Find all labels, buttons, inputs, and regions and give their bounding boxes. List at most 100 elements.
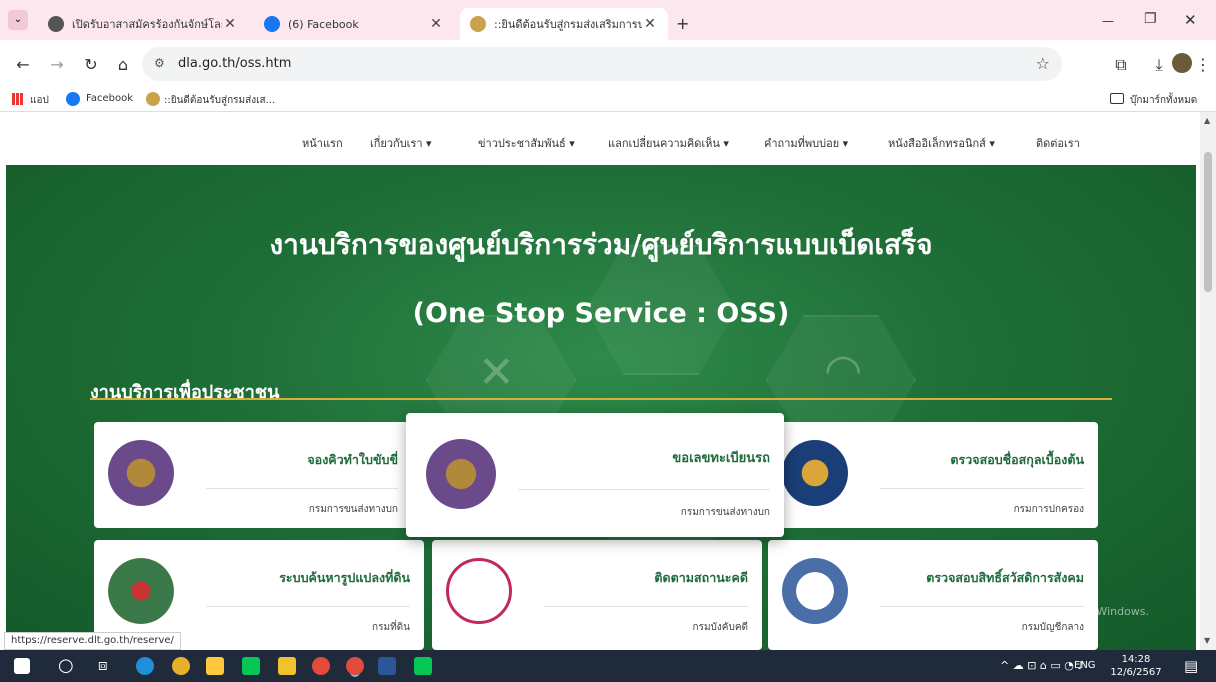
facebook-icon (264, 16, 280, 32)
headset-icon: ◠ (824, 345, 863, 396)
menu-about[interactable]: เกี่ยวกับเรา ▾ (370, 134, 432, 152)
minimize-icon[interactable]: — (1102, 14, 1114, 28)
menu-ebooks[interactable]: หนังสืออิเล็กทรอนิกส์ ▾ (888, 134, 995, 152)
forward-icon[interactable]: → (46, 54, 68, 76)
card-title: ตรวจสอบชื่อสกุลเบื้องต้น (950, 452, 1084, 467)
task-view-icon[interactable]: ⧈ (98, 656, 108, 674)
card-org: กรมบัญชีกลาง (1021, 622, 1084, 633)
address-bar[interactable]: ⚙ dla.go.th/oss.htm ☆ (142, 47, 1062, 81)
card-org: กรมการขนส่งทางบก (680, 507, 770, 518)
site-nav-menu: หน้าแรก เกี่ยวกับเรา ▾ ข่าวประชาสัมพันธ์… (0, 134, 1200, 154)
taskbar-clock[interactable]: 14:28 12/6/2567 (1106, 653, 1166, 679)
dlt-seal-logo (108, 440, 174, 506)
tab-search-button[interactable]: ⌄ (8, 10, 28, 30)
search-icon[interactable]: ○ (58, 655, 74, 676)
word-icon[interactable] (378, 657, 396, 675)
windows-activation-title: Activate Windows (952, 580, 1086, 598)
menu-home[interactable]: หน้าแรก (302, 134, 343, 152)
service-card-case-status[interactable]: ติดตามสถานะคดี กรมบังคับคดี (432, 540, 762, 650)
home-icon[interactable]: ⌂ (112, 54, 134, 76)
menu-exchange[interactable]: แลกเปลี่ยนความคิดเห็น ▾ (608, 134, 729, 152)
globe-icon (48, 16, 64, 32)
page-scrollbar[interactable]: ▲ ▼ (1200, 112, 1216, 650)
scroll-up-icon[interactable]: ▲ (1204, 116, 1210, 125)
chrome-icon[interactable] (172, 657, 190, 675)
restore-icon[interactable]: ❐ (1144, 11, 1157, 27)
line-icon[interactable] (242, 657, 260, 675)
tab-title: เปิดรับอาสาสมัครร้องกันจักษ์โลก(อด (72, 18, 222, 31)
extensions-icon[interactable]: ⧉ (1110, 54, 1132, 76)
bookmark-dla[interactable]: ::ยินดีต้อนรับสู่กรมส่งเส... (164, 93, 275, 108)
address-url: dla.go.th/oss.htm (178, 56, 292, 71)
browser-toolbar: ← → ↻ ⌂ ⚙ dla.go.th/oss.htm ☆ ⧉ ⤓ ⋮ (0, 40, 1216, 88)
scroll-down-icon[interactable]: ▼ (1204, 636, 1210, 645)
dla-logo-icon (146, 92, 160, 106)
card-title: ติดตามสถานะคดี (654, 570, 748, 585)
site-info-icon[interactable]: ⚙ (154, 56, 165, 70)
page-title: งานบริการของศูนย์บริการร่วม/ศูนย์บริการแ… (269, 228, 933, 261)
windows-activation-hint: Go to Settings to activate Windows. (952, 605, 1150, 618)
folder-icon (1110, 93, 1124, 104)
windows-start-icon[interactable] (14, 658, 30, 674)
bookmarks-bar: แอป Facebook ::ยินดีต้อนรับสู่กรมส่งเส..… (0, 88, 1216, 112)
language-indicator[interactable]: ENG (1074, 660, 1096, 671)
service-card-register-plate[interactable]: ตรวจสอบชื่อสกุลเบื้องต้น กรมการปกครอง (768, 422, 1098, 528)
close-tab-icon[interactable]: ✕ (222, 16, 238, 32)
edge-icon[interactable] (136, 657, 154, 675)
menu-kebab-icon[interactable]: ⋮ (1192, 54, 1214, 76)
card-org: กรมการขนส่งทางบก (308, 504, 398, 515)
menu-contact[interactable]: ติดต่อเรา (1036, 134, 1080, 152)
download-icon[interactable]: ⤓ (1148, 54, 1170, 76)
land-dept-seal-logo (108, 558, 174, 624)
bookmark-apps[interactable]: แอป (30, 93, 49, 108)
card-title: จองคิวทำใบขับขี่ (307, 452, 398, 467)
close-tab-icon[interactable]: ✕ (642, 16, 658, 32)
new-tab-icon[interactable]: + (676, 14, 689, 33)
service-card-vehicle-number[interactable]: ขอเลขทะเบียนรถ กรมการขนส่งทางบก (406, 413, 784, 537)
tab-volunteer[interactable]: เปิดรับอาสาสมัครร้องกันจักษ์โลก(อด ✕ (38, 8, 248, 40)
menu-news[interactable]: ข่าวประชาสัมพันธ์ ▾ (478, 134, 575, 152)
chrome-icon[interactable] (312, 657, 330, 675)
card-title: ขอเลขทะเบียนรถ (672, 451, 770, 466)
notification-icon[interactable]: ▤ (1184, 657, 1198, 675)
scrollbar-thumb[interactable] (1204, 152, 1212, 292)
bookmark-star-icon[interactable]: ☆ (1036, 54, 1050, 73)
close-tab-icon[interactable]: ✕ (428, 16, 444, 32)
bookmark-all[interactable]: บุ๊กมาร์กทั้งหมด (1130, 93, 1197, 108)
legal-execution-seal-logo (446, 558, 512, 624)
back-icon[interactable]: ← (12, 54, 34, 76)
dopa-seal-logo (782, 440, 848, 506)
card-divider (880, 488, 1084, 489)
card-divider (206, 488, 398, 489)
card-divider (544, 606, 748, 607)
web-page: หน้าแรก เกี่ยวกับเรา ▾ ข่าวประชาสัมพันธ์… (0, 112, 1200, 650)
service-card-driving-license[interactable]: จองคิวทำใบขับขี่ กรมการขนส่งทางบก (94, 422, 412, 528)
facebook-icon (66, 92, 80, 106)
line-icon[interactable] (414, 657, 432, 675)
clock-time: 14:28 (1121, 654, 1151, 665)
apps-grid-icon[interactable] (12, 93, 24, 105)
reload-icon[interactable]: ↻ (80, 54, 102, 76)
profile-avatar[interactable] (1172, 53, 1192, 73)
file-explorer-icon[interactable] (278, 657, 296, 675)
store-icon[interactable] (206, 657, 224, 675)
card-title: ระบบค้นหารูปแปลงที่ดิน (279, 570, 410, 585)
close-window-icon[interactable]: ✕ (1184, 11, 1197, 29)
tab-facebook[interactable]: (6) Facebook ✕ (254, 8, 454, 40)
tab-title: (6) Facebook (288, 17, 359, 31)
page-subtitle: (One Stop Service : OSS) (412, 298, 790, 329)
browser-tab-strip: ⌄ เปิดรับอาสาสมัครร้องกันจักษ์โลก(อด ✕ (… (0, 0, 1216, 40)
clock-date: 12/6/2567 (1110, 667, 1162, 678)
chrome-active-icon[interactable] (346, 657, 364, 675)
card-org: กรมที่ดิน (372, 622, 410, 633)
card-org: กรมการปกครอง (1013, 504, 1084, 515)
card-divider (206, 606, 410, 607)
section-divider (90, 398, 1112, 400)
tab-title: ::ยินดีต้อนรับสู่กรมส่งเสริมการปกครอ (494, 18, 642, 31)
card-org: กรมบังคับคดี (692, 622, 748, 633)
tray-icons[interactable]: ^ ☁ ⊡ ⌂ ▭ ◔ ♪ (1000, 659, 1084, 672)
menu-faq[interactable]: คำถามที่พบบ่อย ▾ (764, 134, 848, 152)
bookmark-facebook[interactable]: Facebook (86, 93, 133, 104)
windows-taskbar: ○ ⧈ ^ ☁ ⊡ ⌂ ▭ ◔ ♪ ENG 14:28 12/6/2567 ▤ (0, 650, 1216, 682)
tab-dla[interactable]: ::ยินดีต้อนรับสู่กรมส่งเสริมการปกครอ ✕ (460, 8, 668, 40)
